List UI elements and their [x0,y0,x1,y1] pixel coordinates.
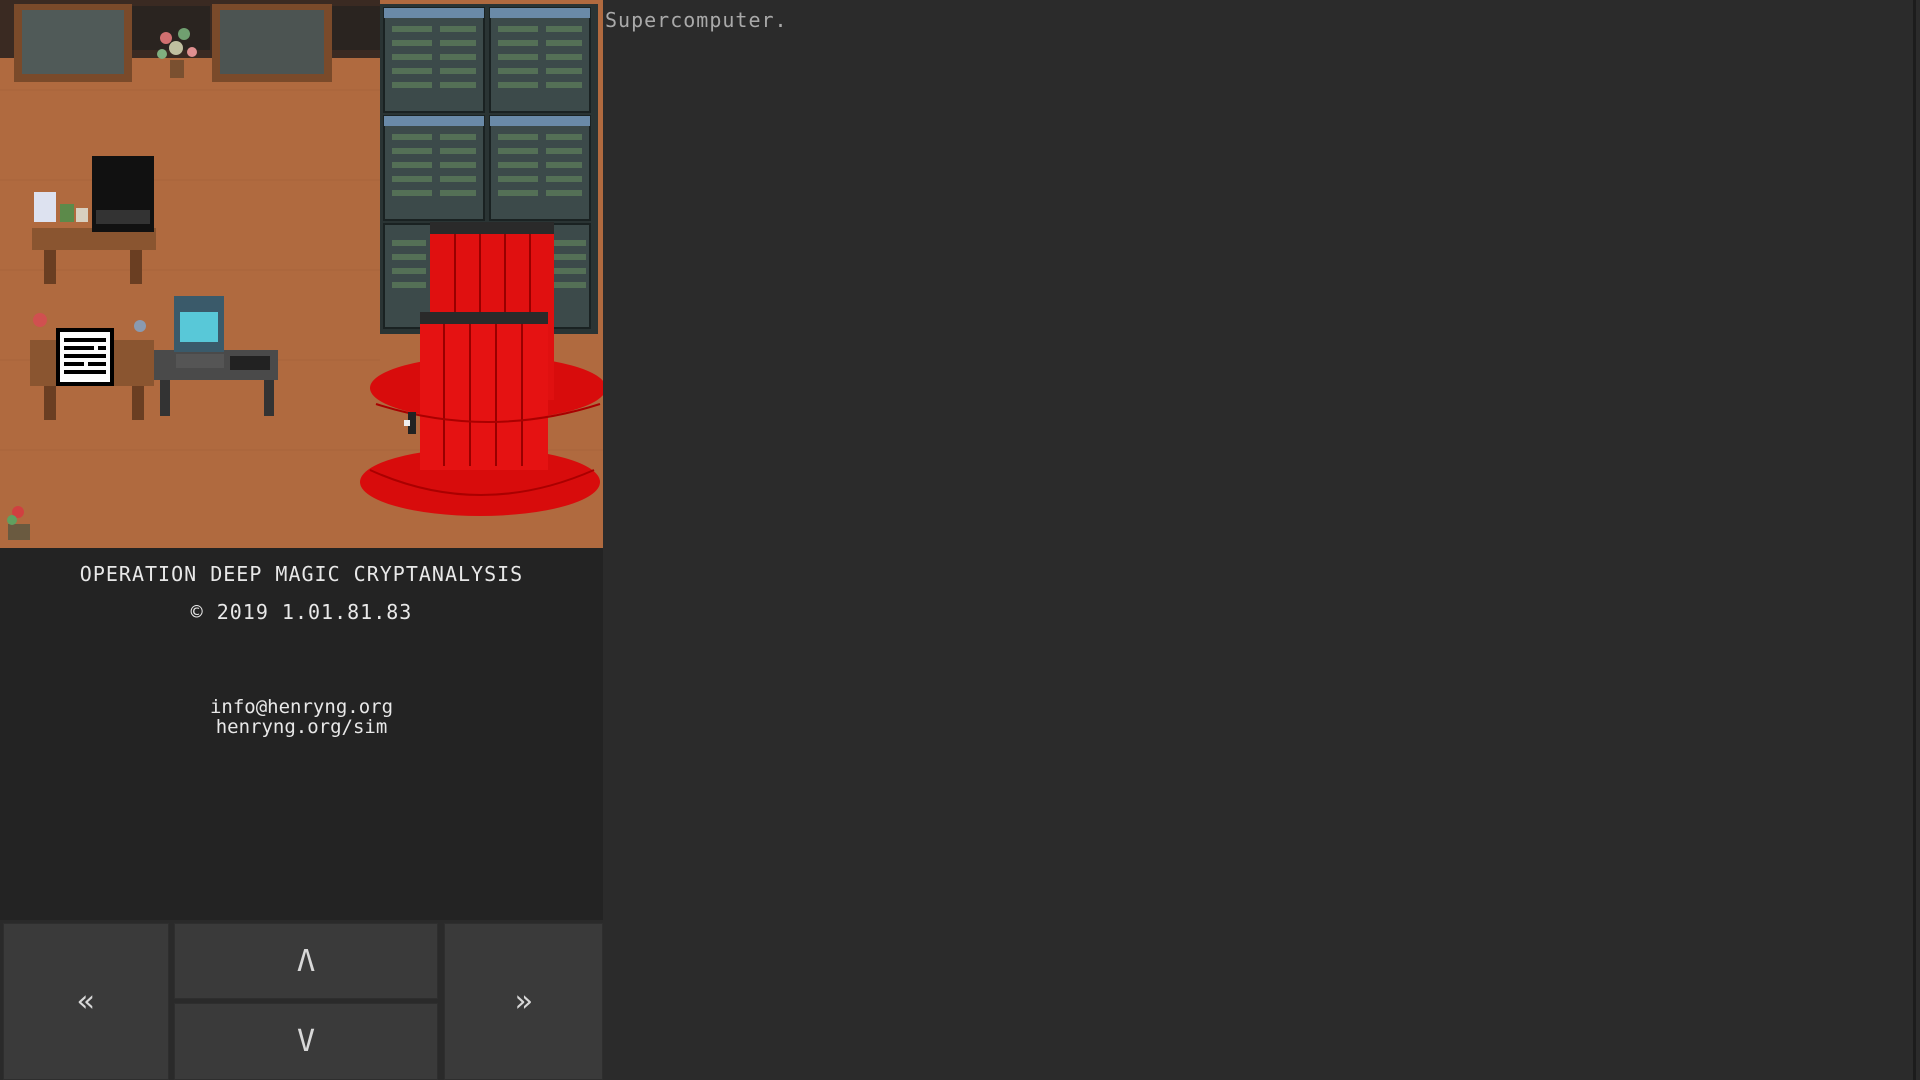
forward-button[interactable]: » [444,923,603,1080]
control-pad: « Λ V » [0,920,603,1080]
game-window: OPERATION DEEP MAGIC CRYPTANALYSIS © 201… [0,0,1920,1080]
double-chevron-right-icon: » [514,984,533,1019]
scroll-down-button[interactable]: V [174,1003,438,1080]
double-chevron-left-icon: « [76,984,96,1019]
game-title: OPERATION DEEP MAGIC CRYPTANALYSIS [79,562,524,586]
chevron-down-icon: V [296,1024,316,1059]
website-link[interactable]: henryng.org/sim [0,716,603,738]
chevron-up-icon: Λ [296,943,316,979]
game-scene[interactable] [0,0,603,548]
panel-edge [1913,0,1916,1080]
copyright-version: © 2019 1.01.81.83 [190,600,413,624]
scene-svg [0,0,603,548]
info-panel: OPERATION DEEP MAGIC CRYPTANALYSIS © 201… [0,548,603,920]
left-panel: OPERATION DEEP MAGIC CRYPTANALYSIS © 201… [0,0,603,1080]
rewind-button[interactable]: « [3,923,169,1080]
text-output-panel[interactable]: Supercomputer. [605,0,1915,1080]
wall-picture-left-icon [14,4,132,82]
scroll-up-button[interactable]: Λ [174,923,438,999]
wall-picture-right-icon [212,4,332,82]
output-text: Supercomputer. [605,8,788,32]
contact-email[interactable]: info@henryng.org [0,696,603,718]
